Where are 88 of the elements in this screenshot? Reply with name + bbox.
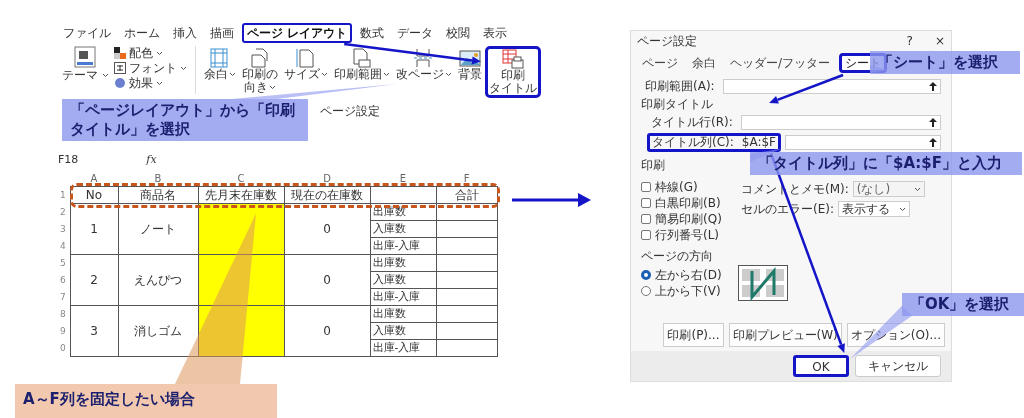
ribbon-tab[interactable]: 表示 bbox=[478, 23, 513, 43]
section-label: 印刷 bbox=[641, 157, 665, 174]
dialog-button[interactable]: 印刷(P)... bbox=[663, 323, 724, 347]
header-cell: No bbox=[70, 186, 118, 204]
checkbox-label[interactable]: 行列番号(L) bbox=[655, 226, 720, 244]
row-number: 6 bbox=[58, 271, 70, 289]
dropdown-field[interactable]: 表示する bbox=[838, 201, 910, 217]
column-header[interactable]: A bbox=[70, 172, 118, 187]
callout-label: A～F列を固定したい場合 bbox=[15, 384, 277, 418]
table-cell: 0 bbox=[284, 254, 370, 306]
ribbon-tab[interactable]: データ bbox=[392, 23, 439, 43]
table-cell: 2 bbox=[70, 254, 118, 306]
column-header[interactable]: B bbox=[118, 172, 198, 187]
table-cell: 出庫-入庫 bbox=[370, 237, 436, 255]
table-cell: 3 bbox=[70, 305, 118, 357]
checkbox-label[interactable]: 枠線(G) bbox=[655, 178, 698, 196]
radio-label[interactable]: 左から右(D) bbox=[655, 266, 722, 284]
column-header[interactable]: F bbox=[436, 172, 498, 187]
table-cell: 出庫-入庫 bbox=[370, 339, 436, 357]
dialog-title: ページ設定 bbox=[637, 34, 697, 48]
row-number: 8 bbox=[58, 305, 70, 323]
row-number: 0 bbox=[58, 339, 70, 357]
column-header[interactable]: D bbox=[284, 172, 370, 187]
dialog-tab[interactable]: ページ bbox=[637, 54, 683, 72]
row-number: 4 bbox=[58, 237, 70, 255]
row-number: 7 bbox=[58, 288, 70, 306]
help-button[interactable]: ? bbox=[906, 34, 913, 48]
table-cell: 入庫数 bbox=[370, 220, 436, 238]
ribbon-tab[interactable]: ファイル bbox=[58, 23, 116, 43]
table-cell: 消しゴム bbox=[118, 305, 198, 357]
theme-option[interactable]: フォント bbox=[129, 61, 177, 75]
radio-label[interactable]: 上から下(V) bbox=[655, 282, 721, 300]
ribbon-command[interactable]: サイズ bbox=[281, 46, 331, 83]
checkbox-label[interactable]: 簡易印刷(Q) bbox=[655, 210, 722, 228]
dialog-button[interactable]: キャンセル bbox=[855, 355, 941, 377]
header-cell: 先月末在庫数 bbox=[198, 186, 284, 204]
table-cell: 0 bbox=[284, 203, 370, 255]
header-cell: 合計 bbox=[436, 186, 498, 204]
callout-label: 「OK」を選択 bbox=[902, 293, 1024, 316]
ribbon-tab[interactable]: 描画 bbox=[205, 23, 239, 43]
table-cell: 入庫数 bbox=[370, 271, 436, 289]
header-cell: 商品名 bbox=[118, 186, 198, 204]
ribbon-command[interactable]: 印刷の 向き bbox=[239, 46, 281, 96]
callout-label: 「タイトル列」に「$A:$F」と入力 bbox=[750, 152, 1022, 175]
dialog-tab[interactable]: 余白 bbox=[687, 54, 721, 72]
table-cell: 出庫数 bbox=[370, 254, 436, 272]
table-cell: 0 bbox=[284, 305, 370, 357]
column-header[interactable]: E bbox=[370, 172, 436, 187]
row-number: 1 bbox=[58, 186, 70, 204]
header-cell: 現在の在庫数 bbox=[284, 186, 370, 204]
section-label: ページの方向 bbox=[641, 249, 713, 263]
ribbon-tab[interactable]: 校閲 bbox=[441, 23, 476, 43]
field-label: タイトル行(R): bbox=[650, 113, 734, 131]
ribbon-command[interactable]: 余白 bbox=[201, 46, 239, 83]
dialog-button[interactable]: 印刷プレビュー(W) bbox=[728, 323, 842, 347]
ribbon-tab[interactable]: 数式 bbox=[355, 23, 390, 43]
dialog-button[interactable]: OK bbox=[793, 355, 849, 377]
row-number: 9 bbox=[58, 322, 70, 340]
table-cell: 1 bbox=[70, 203, 118, 255]
dialog-button[interactable]: オプション(O)... bbox=[846, 323, 945, 347]
field-label: 印刷範囲(A): bbox=[644, 77, 716, 95]
ribbon-command[interactable]: 改ページ bbox=[393, 46, 455, 83]
checkbox-label[interactable]: 白黒印刷(B) bbox=[655, 194, 721, 212]
table-cell: 出庫-入庫 bbox=[370, 288, 436, 306]
table-cell: 入庫数 bbox=[370, 322, 436, 340]
field-value: $A:$F bbox=[741, 135, 776, 149]
table-cell: 出庫数 bbox=[370, 305, 436, 323]
ribbon-tab[interactable]: ページ レイアウト bbox=[242, 23, 353, 43]
ribbon-command[interactable]: 印刷 タイトル bbox=[485, 46, 541, 98]
ribbon-command[interactable]: 印刷範囲 bbox=[331, 46, 393, 83]
column-header[interactable]: C bbox=[198, 172, 284, 187]
ribbon-tab[interactable]: 挿入 bbox=[168, 23, 202, 43]
row-number: 5 bbox=[58, 254, 70, 272]
name-box[interactable]: F18 bbox=[58, 151, 79, 169]
group-label: ページ設定 bbox=[320, 103, 380, 119]
row-number: 2 bbox=[58, 203, 70, 221]
section-label: 印刷タイトル bbox=[641, 97, 713, 111]
field-label: タイトル列(C): bbox=[652, 135, 734, 149]
ribbon-tab[interactable]: ホーム bbox=[119, 23, 165, 43]
table-cell: えんぴつ bbox=[118, 254, 198, 306]
theme-label[interactable]: テーマ bbox=[61, 68, 98, 82]
dialog-tab[interactable]: ヘッダー/フッター bbox=[725, 54, 836, 72]
row-number: 3 bbox=[58, 220, 70, 238]
function-label: fx bbox=[146, 151, 157, 168]
theme-option[interactable]: 配色 bbox=[129, 46, 153, 60]
close-button[interactable]: × bbox=[934, 34, 945, 48]
theme-option[interactable]: 効果 bbox=[129, 76, 153, 90]
table-cell: ノート bbox=[118, 203, 198, 255]
